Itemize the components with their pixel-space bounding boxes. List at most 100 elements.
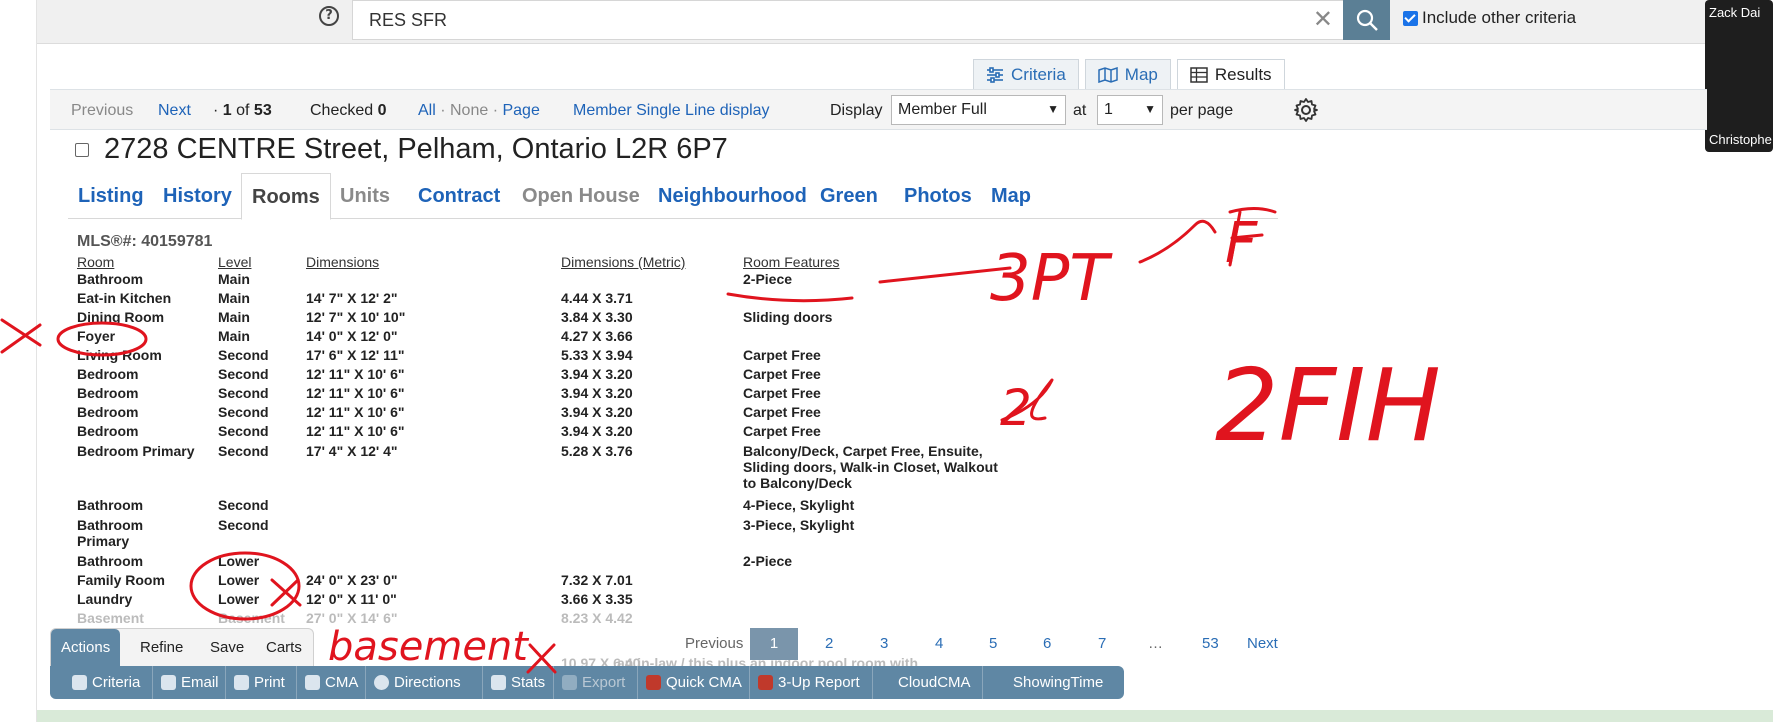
cell: Bathroom xyxy=(77,271,144,287)
page-link-6[interactable]: 6 xyxy=(1043,628,1051,660)
question-circle-icon[interactable]: ? xyxy=(319,6,339,26)
previous-link[interactable]: Previous xyxy=(71,102,133,120)
per-page-select[interactable]: 1 ▼ xyxy=(1097,95,1163,125)
cell: 3.94 X 3.20 xyxy=(561,366,633,382)
annotation-stroke xyxy=(726,292,854,303)
cell: 12' 11" X 10' 6" xyxy=(306,423,405,439)
directions-button[interactable]: Directions xyxy=(366,666,483,699)
annotation-note-3pt: 3PT xyxy=(990,242,1113,316)
page-link-4[interactable]: 4 xyxy=(935,628,943,660)
cell: Main xyxy=(218,309,250,325)
tab-neighbourhood[interactable]: Neighbourhood xyxy=(648,173,817,219)
tab-rooms[interactable]: Rooms xyxy=(241,173,331,220)
cell: 17' 4" X 12' 4" xyxy=(306,443,398,459)
cell: Lower xyxy=(218,572,260,588)
annotation-note-basement: basement xyxy=(328,624,529,670)
search-button[interactable] xyxy=(1343,0,1390,40)
select-none-link[interactable]: None xyxy=(450,102,488,119)
page-link-5[interactable]: 5 xyxy=(989,628,997,660)
pdf-icon xyxy=(646,675,661,690)
cell: 12' 11" X 10' 6" xyxy=(306,366,405,382)
tab-criteria[interactable]: Criteria xyxy=(973,59,1079,89)
cell: 24' 0" X 23' 0" xyxy=(306,572,398,588)
page-link-53[interactable]: 53 xyxy=(1202,628,1219,660)
pdf-icon xyxy=(758,675,773,690)
search-bar: ? RES SFR ✕ Include other criteria xyxy=(37,0,1707,44)
cma-button[interactable]: CMA xyxy=(297,666,366,699)
cloudcma-button[interactable]: CloudCMA xyxy=(873,666,983,699)
search-input[interactable]: RES SFR ✕ xyxy=(352,0,1344,40)
tab-actions[interactable]: Actions xyxy=(51,629,121,667)
tab-green[interactable]: Green xyxy=(810,173,888,219)
select-all-link[interactable]: All xyxy=(418,102,436,119)
mls-number: MLS®#: 40159781 xyxy=(77,233,213,250)
cell: 5.28 X 3.76 xyxy=(561,443,633,459)
print-button[interactable]: Print xyxy=(226,666,297,699)
cell: 14' 7" X 12' 2" xyxy=(306,290,398,306)
email-button[interactable]: Email xyxy=(153,666,226,699)
tab-label: Results xyxy=(1214,64,1272,84)
chevron-down-icon: ▼ xyxy=(1144,102,1156,116)
tab-open-house[interactable]: Open House xyxy=(512,173,650,219)
annotation-stroke xyxy=(270,578,302,607)
pager-next[interactable]: Next xyxy=(1247,628,1278,660)
button-label: Directions xyxy=(394,674,461,691)
tab-map[interactable]: Map xyxy=(1084,59,1171,89)
include-other-criteria[interactable]: Include other criteria xyxy=(1403,8,1576,28)
cell: Second xyxy=(218,404,269,420)
tab-contract[interactable]: Contract xyxy=(408,173,510,219)
member-single-line-link[interactable]: Member Single Line display xyxy=(573,102,770,120)
page-link-1[interactable]: 1 xyxy=(750,628,798,660)
include-checkbox[interactable] xyxy=(1403,10,1418,26)
cell: Bedroom Primary xyxy=(77,443,195,459)
column-header: Dimensions (Metric) xyxy=(561,254,686,270)
cell: 3.66 X 3.35 xyxy=(561,591,633,607)
tab-label: Map xyxy=(1124,64,1158,84)
three-up-report-button[interactable]: 3-Up Report xyxy=(750,666,873,699)
select-page-link[interactable]: Page xyxy=(502,102,539,119)
gear-icon[interactable] xyxy=(1293,97,1319,123)
tab-photos[interactable]: Photos xyxy=(894,173,982,219)
cell: Carpet Free xyxy=(743,385,821,401)
video-call-tile: Zack Dai Christophe xyxy=(1705,0,1773,152)
criteria-button[interactable]: Criteria xyxy=(50,666,153,699)
tab-units[interactable]: Units xyxy=(330,173,400,219)
at-label: at xyxy=(1073,102,1087,119)
annotation-note-f: F xyxy=(1225,211,1258,276)
page-link-2[interactable]: 2 xyxy=(825,628,833,660)
tab-save[interactable]: Save xyxy=(200,629,254,667)
cell: 8.23 X 4.42 xyxy=(561,610,633,626)
tab-listing[interactable]: Listing xyxy=(68,173,154,219)
clear-search-icon[interactable]: ✕ xyxy=(1313,7,1333,33)
cell: Carpet Free xyxy=(743,366,821,382)
column-header: Dimensions xyxy=(306,254,380,270)
page-link-3[interactable]: 3 xyxy=(880,628,888,660)
cell: Bedroom xyxy=(77,385,139,401)
quick-cma-button[interactable]: Quick CMA xyxy=(638,666,750,699)
export-button[interactable]: Export xyxy=(554,666,638,699)
tab-map-detail[interactable]: Map xyxy=(981,173,1041,219)
participant-name: Zack Dai xyxy=(1709,5,1761,20)
stats-button[interactable]: Stats xyxy=(483,666,554,699)
cell: Bathroom xyxy=(77,553,144,569)
listing-checkbox[interactable] xyxy=(75,143,89,157)
column-header: Room Features xyxy=(743,254,840,270)
cell: Second xyxy=(218,347,269,363)
display-select[interactable]: Member Full ▼ xyxy=(891,95,1066,125)
document-icon xyxy=(305,675,320,690)
page-link-7[interactable]: 7 xyxy=(1098,628,1106,660)
button-label: CloudCMA xyxy=(898,674,971,691)
cell: Second xyxy=(218,385,269,401)
position-of: of xyxy=(231,102,254,119)
cell: Foyer xyxy=(77,328,116,344)
tab-refine[interactable]: Refine xyxy=(130,629,193,667)
tab-history[interactable]: History xyxy=(153,173,242,219)
pager-previous[interactable]: Previous xyxy=(685,628,743,660)
showingtime-button[interactable]: ShowingTime xyxy=(983,666,1124,699)
tab-results[interactable]: Results xyxy=(1176,59,1285,89)
tab-carts[interactable]: Carts xyxy=(256,629,312,667)
button-label: Criteria xyxy=(92,674,141,691)
cell: Main xyxy=(218,271,250,287)
next-link[interactable]: Next xyxy=(158,102,191,120)
cell: 12' 11" X 10' 6" xyxy=(306,404,405,420)
